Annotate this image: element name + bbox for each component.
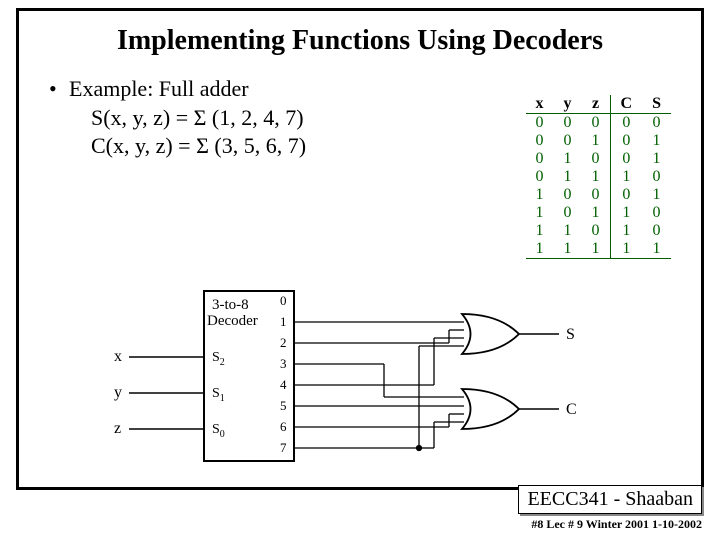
table-cell: 1	[554, 168, 582, 186]
table-cell: 1	[610, 240, 642, 259]
table-cell: 1	[642, 132, 671, 150]
input-z: z S0	[114, 420, 225, 440]
table-cell: 0	[610, 186, 642, 204]
table-cell: 1	[526, 186, 554, 204]
wires-s	[294, 322, 464, 448]
th-x: x	[526, 95, 554, 114]
table-cell: 0	[526, 150, 554, 168]
table-cell: 0	[526, 168, 554, 186]
block-label-1: 3-to-8	[212, 297, 249, 313]
table-cell: 1	[582, 132, 611, 150]
table-cell: 1	[610, 168, 642, 186]
table-cell: 1	[554, 150, 582, 168]
table-cell: 1	[582, 240, 611, 259]
svg-text:z: z	[114, 420, 121, 437]
table-cell: 0	[642, 222, 671, 240]
bullet-text: Example: Full adder	[69, 75, 249, 104]
table-cell: 0	[582, 222, 611, 240]
slide-title: Implementing Functions Using Decoders	[43, 25, 677, 57]
decoder-output-label: 2	[280, 335, 287, 350]
table-cell: 1	[554, 240, 582, 259]
svg-text:C: C	[566, 401, 577, 418]
svg-text:S2: S2	[212, 350, 225, 368]
input-x: x S2	[114, 348, 225, 368]
table-cell: 0	[526, 132, 554, 150]
table-cell: 1	[582, 168, 611, 186]
decoder-output-label: 4	[280, 377, 287, 392]
decoder-diagram: 3-to-8 Decoder x S2 y S1 z S0 0 1 2 3 4 5 6 7	[104, 281, 624, 481]
table-cell: 0	[610, 150, 642, 168]
wires-c	[294, 364, 464, 451]
svg-text:S0: S0	[212, 422, 225, 440]
decoder-output-label: 5	[280, 398, 287, 413]
block-label-2: Decoder	[207, 313, 258, 329]
footer-line: #8 Lec # 9 Winter 2001 1-10-2002	[531, 517, 702, 532]
decoder-output-label: 3	[280, 356, 287, 371]
table-cell: 0	[526, 114, 554, 133]
table-cell: 0	[554, 204, 582, 222]
table-cell: 0	[642, 168, 671, 186]
table-cell: 0	[642, 114, 671, 133]
bullet-dot: •	[49, 75, 69, 104]
table-cell: 1	[610, 222, 642, 240]
table-cell: 1	[642, 150, 671, 168]
table-cell: 1	[554, 222, 582, 240]
table-cell: 0	[582, 114, 611, 133]
table-cell: 0	[554, 132, 582, 150]
svg-text:y: y	[114, 384, 122, 401]
table-cell: 0	[582, 186, 611, 204]
table-cell: 0	[610, 114, 642, 133]
table-cell: 1	[642, 186, 671, 204]
table-cell: 1	[526, 204, 554, 222]
table-cell: 1	[610, 204, 642, 222]
th-z: z	[582, 95, 611, 114]
table-cell: 1	[582, 204, 611, 222]
input-y: y S1	[114, 384, 225, 404]
svg-text:S1: S1	[212, 386, 225, 404]
th-y: y	[554, 95, 582, 114]
table-cell: 0	[642, 204, 671, 222]
decoder-output-label: 6	[280, 419, 287, 434]
table-cell: 1	[642, 240, 671, 259]
footer-box: EECC341 - Shaaban	[518, 485, 702, 514]
table-cell: 0	[554, 114, 582, 133]
table-cell: 0	[554, 186, 582, 204]
or-gate-s: S	[462, 314, 575, 354]
truth-table: x y z C S 000000010101001011101000110110…	[526, 95, 671, 259]
th-c: C	[610, 95, 642, 114]
decoder-output-label: 7	[280, 440, 287, 455]
table-cell: 1	[526, 222, 554, 240]
table-cell: 0	[610, 132, 642, 150]
table-cell: 0	[582, 150, 611, 168]
or-gate-c: C	[462, 389, 577, 429]
svg-text:x: x	[114, 348, 122, 365]
th-s: S	[642, 95, 671, 114]
decoder-output-label: 0	[280, 293, 287, 308]
table-cell: 1	[526, 240, 554, 259]
decoder-output-label: 1	[280, 314, 287, 329]
svg-text:S: S	[566, 326, 575, 343]
